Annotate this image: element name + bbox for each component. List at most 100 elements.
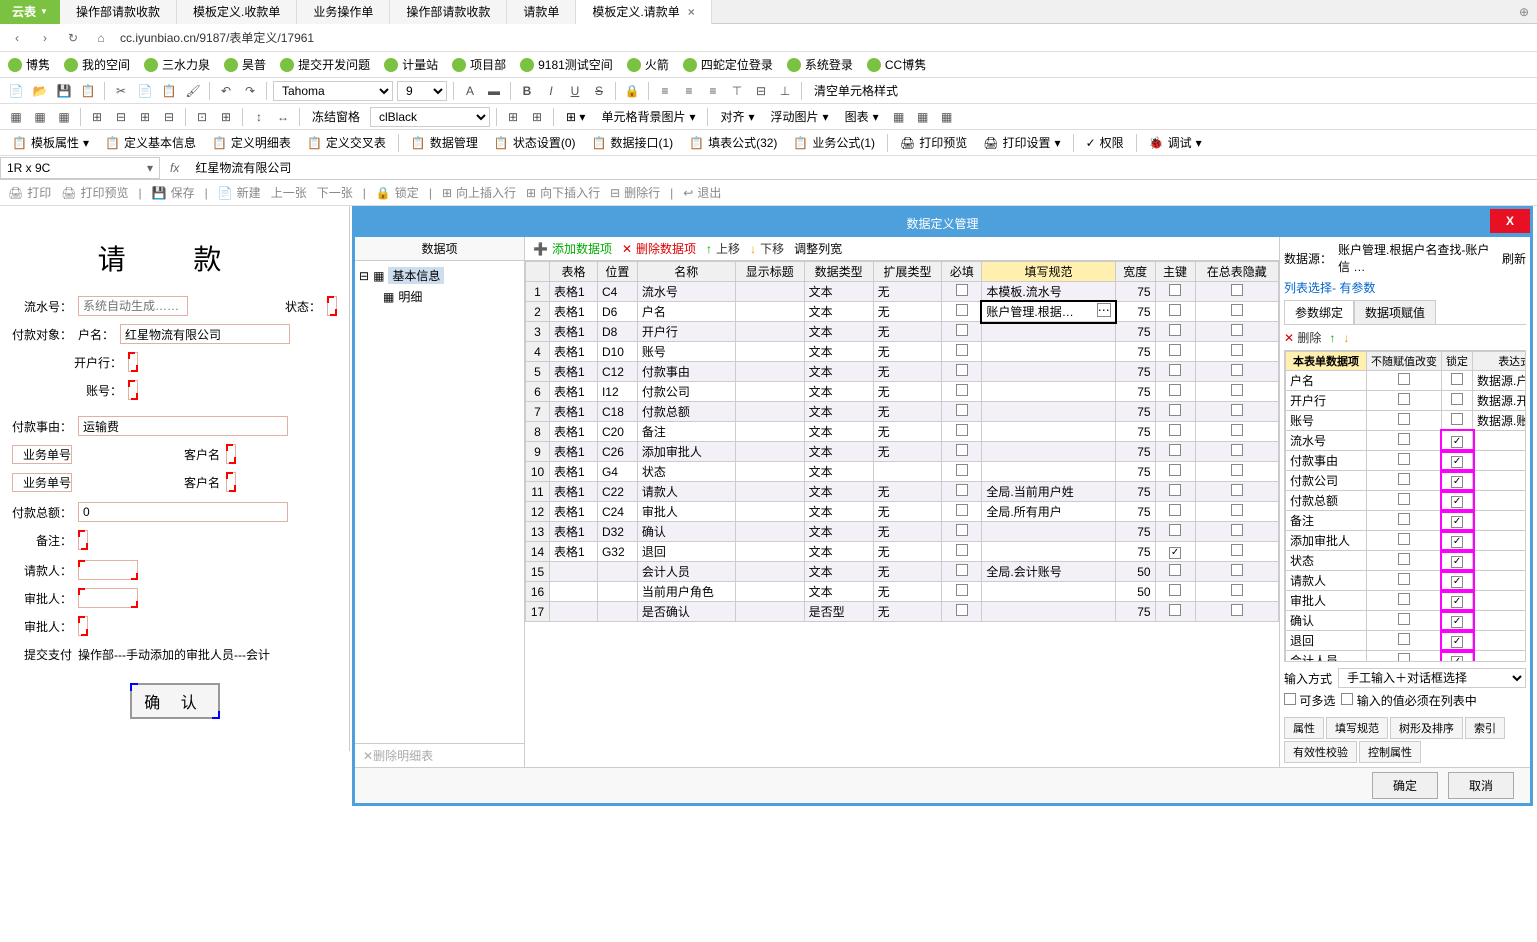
- table-row[interactable]: 5表格1C12付款事由文本无75: [526, 362, 1279, 382]
- checkbox[interactable]: [1231, 484, 1243, 496]
- table-row[interactable]: 6表格1I12付款公司文本无75: [526, 382, 1279, 402]
- right-bottom-tab[interactable]: 填写规范: [1326, 717, 1388, 739]
- grid-icon2[interactable]: ⊞: [527, 107, 547, 127]
- checkbox[interactable]: [1398, 533, 1410, 545]
- checkbox[interactable]: [1451, 476, 1463, 488]
- save-btn[interactable]: 💾 保存: [152, 184, 195, 201]
- dropdown-icon[interactable]: ⋯: [1097, 303, 1111, 317]
- checkbox[interactable]: [1231, 584, 1243, 596]
- tab-item[interactable]: 模板定义.请款单×: [576, 0, 711, 24]
- checkbox[interactable]: [1398, 653, 1410, 662]
- right-bottom-tab[interactable]: 属性: [1284, 717, 1324, 739]
- table-row[interactable]: 12表格1C24审批人文本无全局.所有用户75: [526, 502, 1279, 522]
- checkbox[interactable]: [1451, 556, 1463, 568]
- grid1-icon[interactable]: ▦: [6, 107, 26, 127]
- add-data-btn[interactable]: ➕ 添加数据项: [533, 240, 612, 257]
- rp-up-icon[interactable]: ↑: [1329, 331, 1335, 345]
- checkbox[interactable]: [1169, 484, 1181, 496]
- checkbox[interactable]: [1398, 393, 1410, 405]
- acct-name-input[interactable]: [120, 324, 290, 344]
- checkbox[interactable]: [1231, 324, 1243, 336]
- biz-formula-btn[interactable]: 📋 业务公式(1): [787, 132, 881, 154]
- checkbox[interactable]: [1398, 613, 1410, 625]
- grid-header[interactable]: 填写规范: [982, 262, 1115, 282]
- fill-icon[interactable]: ▬: [484, 81, 504, 101]
- checkbox[interactable]: [1231, 504, 1243, 516]
- table-row[interactable]: 7表格1C18付款总额文本无75: [526, 402, 1279, 422]
- checkbox[interactable]: [1451, 413, 1463, 425]
- remark-input[interactable]: [78, 530, 88, 550]
- cell-ref-box[interactable]: 1R x 9C▾: [0, 157, 160, 179]
- table-row[interactable]: 开户行数据源.开户行: [1286, 391, 1527, 411]
- checkbox[interactable]: [1231, 444, 1243, 456]
- strike-icon[interactable]: S: [589, 81, 609, 101]
- undo-icon[interactable]: ↶: [216, 81, 236, 101]
- tab-item[interactable]: 请款单: [507, 0, 576, 24]
- checkbox[interactable]: [1398, 373, 1410, 385]
- down-btn[interactable]: ↓ 下移: [750, 240, 784, 257]
- lock-icon[interactable]: 🔒: [622, 81, 642, 101]
- checkbox[interactable]: [956, 604, 968, 616]
- refresh-icon[interactable]: ↻: [64, 29, 82, 47]
- font-size-select[interactable]: 9: [397, 81, 447, 101]
- fx-icon[interactable]: fx: [160, 161, 189, 175]
- cancel-button[interactable]: 取消: [1448, 772, 1514, 799]
- bookmark-item[interactable]: 博隽: [8, 56, 50, 73]
- table-row[interactable]: 会计人员: [1286, 651, 1527, 663]
- tree-footer[interactable]: ✕ 删除明细表: [355, 743, 524, 767]
- cust1-input[interactable]: [226, 444, 236, 464]
- home-icon[interactable]: ⌂: [92, 29, 110, 47]
- font-name-select[interactable]: Tahoma: [273, 81, 393, 101]
- checkbox[interactable]: [956, 364, 968, 376]
- data-grid[interactable]: 表格位置名称显示标题数据类型扩展类型必填填写规范宽度主键在总表隐藏 1表格1C4…: [525, 261, 1279, 622]
- approver-input[interactable]: [78, 588, 138, 608]
- checkbox[interactable]: [1451, 373, 1463, 385]
- table-row[interactable]: 付款公司: [1286, 471, 1527, 491]
- table-row[interactable]: 付款事由: [1286, 451, 1527, 471]
- checkbox[interactable]: [1451, 636, 1463, 648]
- grid-header[interactable]: 表格: [550, 262, 598, 282]
- tab-item[interactable]: 操作部请款收款: [390, 0, 507, 24]
- bookmark-item[interactable]: 提交开发问题: [280, 56, 370, 73]
- copy-icon[interactable]: 📄: [135, 81, 155, 101]
- bookmark-item[interactable]: 火箭: [627, 56, 669, 73]
- checkbox[interactable]: [1451, 436, 1463, 448]
- tab-item[interactable]: 业务操作单: [297, 0, 390, 24]
- lock-btn[interactable]: 🔒 锁定: [376, 184, 419, 201]
- checkbox[interactable]: [1231, 424, 1243, 436]
- checkbox[interactable]: [1398, 493, 1410, 505]
- checkbox[interactable]: [1169, 284, 1181, 296]
- bank-input[interactable]: [128, 352, 138, 372]
- fx-content[interactable]: 红星物流有限公司: [189, 159, 297, 176]
- table-row[interactable]: 户名数据源.户名: [1286, 371, 1527, 391]
- rp-del-btn[interactable]: ✕ 删除: [1284, 329, 1321, 346]
- checkbox[interactable]: [1169, 604, 1181, 616]
- serial-input[interactable]: [78, 296, 188, 316]
- base-info-btn[interactable]: 📋 定义基本信息: [99, 132, 202, 154]
- checkbox[interactable]: [1169, 444, 1181, 456]
- rowh-icon[interactable]: ↕: [249, 107, 269, 127]
- insrow-icon[interactable]: ⊞: [87, 107, 107, 127]
- checkbox[interactable]: [1451, 616, 1463, 628]
- freeze-btn[interactable]: 冻结窗格: [306, 106, 366, 128]
- tree-child-node[interactable]: ▦ 明细: [359, 286, 520, 307]
- checkbox[interactable]: [1231, 364, 1243, 376]
- colw-icon[interactable]: ↔: [273, 107, 293, 127]
- table-row[interactable]: 状态: [1286, 551, 1527, 571]
- bookmark-item[interactable]: 计量站: [384, 56, 438, 73]
- total-input[interactable]: [78, 502, 288, 522]
- checkbox[interactable]: [956, 544, 968, 556]
- checkbox[interactable]: [956, 384, 968, 396]
- table-row[interactable]: 3表格1D8开户行文本无75: [526, 322, 1279, 342]
- checkbox[interactable]: [1169, 404, 1181, 416]
- rp-down-icon[interactable]: ↓: [1343, 331, 1349, 345]
- ins-down-btn[interactable]: ⊞ 向下插入行: [526, 184, 600, 201]
- checkbox[interactable]: [1169, 564, 1181, 576]
- grid-header[interactable]: 名称: [637, 262, 735, 282]
- align-btn[interactable]: 对齐 ▾: [714, 106, 760, 128]
- checkbox[interactable]: [1398, 473, 1410, 485]
- ok-button[interactable]: 确定: [1372, 772, 1438, 799]
- table-row[interactable]: 请款人: [1286, 571, 1527, 591]
- checkbox[interactable]: [1451, 456, 1463, 468]
- checkbox[interactable]: [1398, 633, 1410, 645]
